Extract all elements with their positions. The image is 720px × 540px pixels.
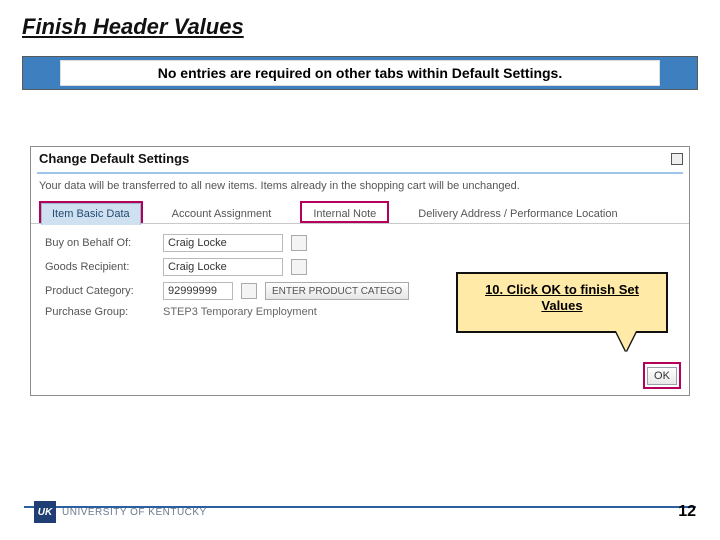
field-buy-on-behalf[interactable]: Craig Locke [163, 234, 283, 252]
field-product-category[interactable]: 92999999 [163, 282, 233, 300]
footer: UK UNIVERSITY OF KENTUCKY 12 [0, 492, 720, 532]
panel-help-text: Your data will be transferred to all new… [31, 180, 689, 198]
change-default-settings-panel: Change Default Settings Your data will b… [30, 146, 690, 396]
row-buy-on-behalf: Buy on Behalf Of: Craig Locke [45, 234, 675, 252]
org-logo: UK UNIVERSITY OF KENTUCKY [34, 501, 207, 523]
ok-group: OK [643, 362, 681, 389]
picker-buy-on-behalf-icon[interactable] [291, 235, 307, 251]
header-divider [37, 172, 683, 174]
org-name: UNIVERSITY OF KENTUCKY [62, 507, 207, 518]
notice-text: No entries are required on other tabs wi… [158, 65, 563, 81]
picker-goods-recipient-icon[interactable] [291, 259, 307, 275]
notice-bar: No entries are required on other tabs wi… [22, 56, 698, 90]
tab-item-basic-data[interactable]: Item Basic Data [41, 203, 141, 225]
window-toggle-icon[interactable] [671, 153, 683, 165]
tab-account-assignment[interactable]: Account Assignment [161, 203, 283, 224]
slide-title: Finish Header Values [22, 14, 244, 40]
highlight-internal-note: Internal Note [300, 201, 389, 223]
callout-text: 10. Click OK to finish Set Values [468, 282, 656, 313]
callout-tail-icon [616, 331, 636, 351]
enter-product-category-button[interactable]: ENTER PRODUCT CATEGO [265, 282, 409, 300]
highlight-ok: OK [643, 362, 681, 389]
label-goods-recipient: Goods Recipient: [45, 261, 155, 273]
highlight-item-basic: Item Basic Data [39, 201, 143, 223]
panel-title: Change Default Settings [39, 151, 189, 166]
label-product-category: Product Category: [45, 285, 155, 297]
org-badge: UK [34, 501, 56, 523]
label-buy-on-behalf: Buy on Behalf Of: [45, 237, 155, 249]
picker-product-category-icon[interactable] [241, 283, 257, 299]
tab-internal-note[interactable]: Internal Note [302, 203, 387, 224]
value-purchase-group: STEP3 Temporary Employment [163, 306, 317, 318]
label-purchase-group: Purchase Group: [45, 306, 155, 318]
field-goods-recipient[interactable]: Craig Locke [163, 258, 283, 276]
ok-button[interactable]: OK [647, 367, 677, 385]
page-number: 12 [678, 503, 696, 521]
tab-delivery-address[interactable]: Delivery Address / Performance Location [407, 203, 628, 224]
instruction-callout: 10. Click OK to finish Set Values [456, 272, 668, 333]
panel-header: Change Default Settings [31, 147, 689, 170]
tab-strip: Item Basic Data Account Assignment Inter… [31, 198, 689, 224]
notice-inner: No entries are required on other tabs wi… [60, 60, 660, 86]
